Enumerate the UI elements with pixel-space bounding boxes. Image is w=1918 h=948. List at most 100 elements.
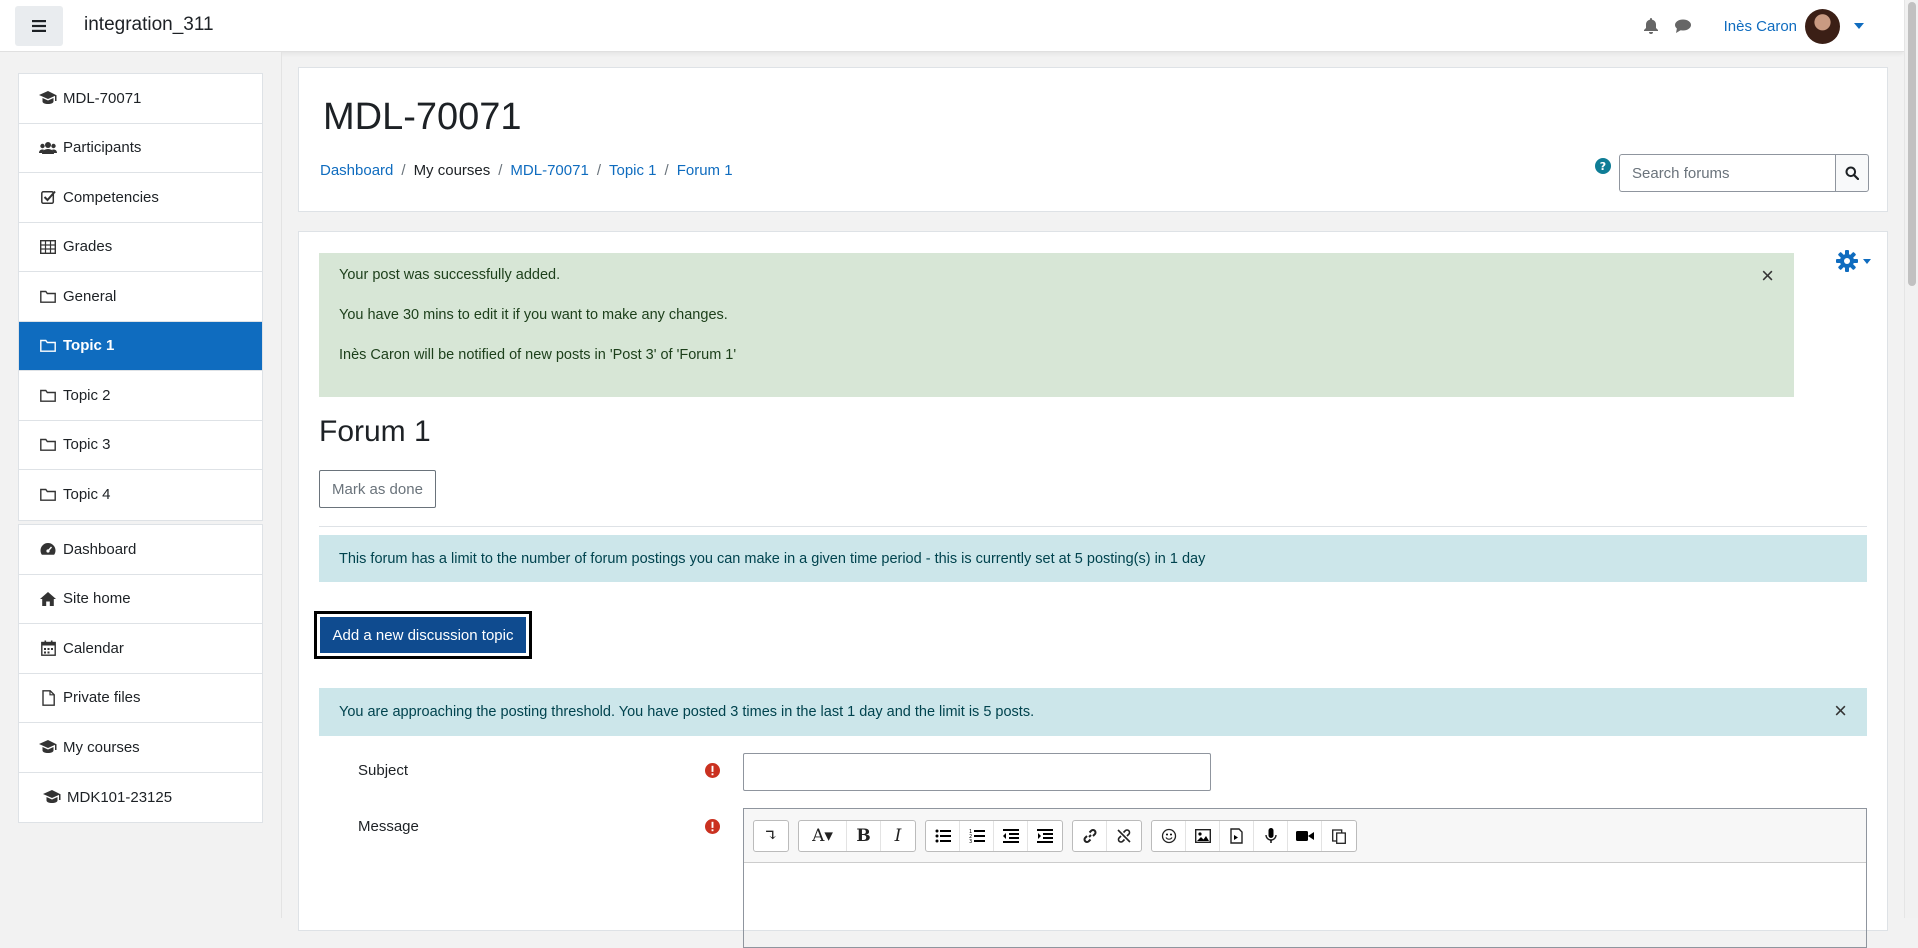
sidebar-item-label: My courses	[63, 738, 140, 756]
sidebar-item-competencies[interactable]: Competencies	[19, 173, 262, 223]
breadcrumb-separator: /	[664, 162, 669, 179]
emoticon-icon[interactable]	[1152, 820, 1186, 851]
sidebar-item-general[interactable]: General	[19, 272, 262, 322]
check-square-icon	[39, 189, 57, 205]
required-icon	[705, 763, 720, 778]
add-discussion-topic-button[interactable]: Add a new discussion topic	[314, 611, 532, 659]
sidebar-item-participants[interactable]: Participants	[19, 124, 262, 173]
site-name-link[interactable]: integration_311	[84, 14, 214, 36]
message-label: Message	[358, 818, 419, 835]
breadcrumb: Dashboard / My courses / MDL-70071 / Top…	[320, 162, 733, 179]
page-header: MDL-70071 Dashboard / My courses / MDL-7…	[298, 67, 1888, 212]
sidebar-item-calendar[interactable]: Calendar	[19, 624, 262, 674]
user-menu-name[interactable]: Inès Caron	[1724, 18, 1797, 35]
chat-bubble-icon[interactable]	[1674, 17, 1692, 35]
success-alert-line: You have 30 mins to edit it if you want …	[339, 307, 728, 323]
editor-toolbar: ↴ A▾ B I 123	[744, 809, 1866, 863]
sidebar-item-label: Topic 4	[63, 486, 111, 504]
breadcrumb-course[interactable]: MDL-70071	[510, 162, 588, 179]
page-scrollbar[interactable]	[1904, 0, 1918, 918]
sidebar-item-label: MDL-70071	[63, 89, 142, 107]
graduation-cap-icon	[43, 789, 61, 805]
breadcrumb-my-courses: My courses	[413, 162, 491, 179]
calendar-icon	[39, 640, 57, 657]
bold-icon[interactable]: B	[847, 820, 881, 851]
sidebar-item-label: Site home	[63, 590, 131, 608]
video-camera-icon[interactable]	[1288, 820, 1322, 851]
breadcrumb-separator: /	[596, 162, 601, 179]
close-icon[interactable]: ×	[1834, 700, 1847, 722]
paragraph-style-icon[interactable]: A▾	[799, 820, 847, 851]
sidebar-item-grades[interactable]: Grades	[19, 223, 262, 272]
sidebar-item-topic-1[interactable]: Topic 1	[19, 321, 262, 371]
toolbar-toggle-icon[interactable]: ↴	[754, 821, 788, 851]
breadcrumb-separator: /	[401, 162, 406, 179]
sidebar-item-label: Topic 2	[63, 386, 111, 404]
mark-as-done-button[interactable]: Mark as done	[319, 470, 436, 508]
sidebar-item-mdl-70071[interactable]: MDL-70071	[19, 74, 262, 124]
chevron-down-icon	[1863, 258, 1871, 264]
close-icon[interactable]: ×	[1761, 265, 1774, 287]
hamburger-icon	[32, 20, 46, 32]
sidebar-item-private-files[interactable]: Private files	[19, 674, 262, 723]
success-alert-line: Your post was successfully added.	[339, 267, 561, 283]
scrollbar-thumb[interactable]	[1908, 2, 1916, 286]
indent-icon[interactable]	[1028, 821, 1062, 851]
sidebar-item-label: Private files	[63, 689, 141, 707]
folder-icon	[39, 288, 57, 304]
breadcrumb-topic[interactable]: Topic 1	[609, 162, 657, 179]
breadcrumb-dashboard[interactable]: Dashboard	[320, 162, 393, 179]
search-button[interactable]	[1835, 154, 1869, 192]
unordered-list-icon[interactable]	[926, 820, 960, 851]
sidebar-item-topic-4[interactable]: Topic 4	[19, 470, 262, 520]
sidebar-item-topic-3[interactable]: Topic 3	[19, 421, 262, 470]
breadcrumb-separator: /	[498, 162, 503, 179]
media-file-icon[interactable]	[1220, 820, 1254, 851]
success-alert-line: Inès Caron will be notified of new posts…	[339, 347, 737, 363]
outdent-icon[interactable]	[994, 820, 1028, 851]
unlink-icon[interactable]	[1107, 821, 1141, 851]
table-icon	[39, 239, 57, 255]
sidebar-item-label: Dashboard	[63, 540, 137, 558]
sidebar-item-topic-2[interactable]: Topic 2	[19, 371, 262, 421]
drawer-toggle-button[interactable]	[15, 6, 63, 46]
bell-icon[interactable]	[1642, 17, 1660, 35]
gear-icon	[1836, 250, 1858, 272]
breadcrumb-forum[interactable]: Forum 1	[677, 162, 733, 179]
users-icon	[39, 140, 57, 156]
graduation-cap-icon	[39, 90, 57, 106]
posting-limit-notice: This forum has a limit to the number of …	[319, 535, 1867, 582]
folder-icon	[39, 437, 57, 453]
image-icon[interactable]	[1186, 820, 1220, 851]
activity-settings-menu[interactable]	[1836, 250, 1871, 272]
link-icon[interactable]	[1073, 820, 1107, 851]
posting-threshold-text: You are approaching the posting threshol…	[339, 704, 1035, 720]
sidebar-item-label: Competencies	[63, 188, 159, 206]
microphone-icon[interactable]	[1254, 820, 1288, 851]
main-content: Your post was successfully added. You ha…	[298, 231, 1888, 948]
sidebar-item-label: Calendar	[63, 639, 124, 657]
chevron-down-icon[interactable]	[1854, 23, 1864, 29]
sidebar-item-label: Topic 1	[63, 337, 115, 355]
help-icon[interactable]: ?	[1595, 158, 1611, 174]
subject-label: Subject	[358, 762, 409, 779]
italic-icon[interactable]: I	[881, 821, 915, 851]
forum-search	[1619, 154, 1869, 192]
folder-icon	[39, 487, 57, 503]
sidebar-item-mdk101-23125[interactable]: MDK101-23125	[19, 773, 262, 823]
ordered-list-icon[interactable]: 123	[960, 820, 994, 851]
avatar[interactable]	[1805, 8, 1840, 44]
search-forums-input[interactable]	[1619, 154, 1835, 192]
paste-icon[interactable]	[1322, 821, 1356, 851]
subject-field[interactable]	[743, 753, 1211, 791]
sidebar-item-label: Participants	[63, 139, 142, 157]
folder-icon	[39, 338, 57, 354]
sidebar-item-dashboard[interactable]: Dashboard	[19, 525, 262, 575]
home-icon	[39, 591, 57, 607]
forum-title: Forum 1	[319, 415, 431, 448]
svg-text:?: ?	[1600, 160, 1606, 173]
posting-threshold-alert: You are approaching the posting threshol…	[319, 688, 1867, 736]
sidebar-item-my-courses[interactable]: My courses	[19, 723, 262, 773]
file-icon	[39, 689, 57, 706]
sidebar-item-site-home[interactable]: Site home	[19, 575, 262, 624]
